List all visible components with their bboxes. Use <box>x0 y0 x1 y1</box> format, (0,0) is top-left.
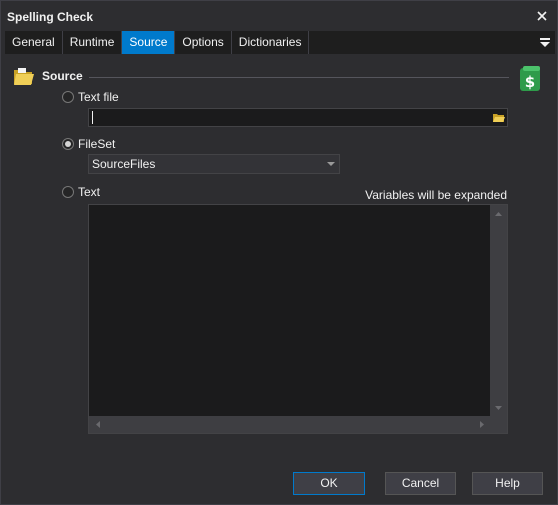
tab-menu-icon <box>540 37 550 47</box>
scroll-down-arrow[interactable] <box>490 399 507 416</box>
tab-general[interactable]: General <box>5 31 63 54</box>
fileset-label: FileSet <box>78 137 116 151</box>
section-title: Source <box>42 69 83 83</box>
scroll-right-arrow[interactable] <box>473 416 490 433</box>
folder-icon <box>14 68 34 85</box>
help-button[interactable]: Help <box>472 472 543 495</box>
svg-text:$: $ <box>525 73 535 91</box>
text-label: Text <box>78 185 101 199</box>
textfile-input[interactable] <box>88 108 508 127</box>
tab-source[interactable]: Source <box>122 31 176 54</box>
dialog-window: Spelling Check General Runtime Source Op… <box>0 0 558 505</box>
tab-options[interactable]: Options <box>175 31 232 54</box>
horizontal-scrollbar[interactable] <box>89 416 490 433</box>
chevron-up-icon <box>495 211 502 216</box>
scroll-corner <box>490 416 507 433</box>
text-radio[interactable] <box>62 186 74 198</box>
tab-runtime[interactable]: Runtime <box>63 31 123 54</box>
textfile-radio[interactable] <box>62 91 74 103</box>
fileset-radio[interactable] <box>62 138 74 150</box>
tab-dictionaries[interactable]: Dictionaries <box>232 31 310 54</box>
fileset-value: SourceFiles <box>92 157 156 171</box>
title-bar: Spelling Check <box>1 1 557 31</box>
fileset-dropdown-button[interactable] <box>322 155 339 173</box>
section-divider <box>89 77 509 78</box>
chevron-left-icon <box>95 421 100 428</box>
scroll-up-arrow[interactable] <box>490 205 507 222</box>
vertical-scrollbar[interactable] <box>490 205 507 416</box>
tab-menu-button[interactable] <box>537 34 553 50</box>
close-button[interactable] <box>527 1 557 31</box>
textfile-label: Text file <box>78 90 119 104</box>
chevron-down-icon <box>326 162 335 166</box>
browse-folder-icon <box>493 114 505 122</box>
close-icon <box>537 11 547 21</box>
tab-bar: General Runtime Source Options Dictionar… <box>5 31 555 54</box>
text-area[interactable] <box>88 204 508 434</box>
window-title: Spelling Check <box>7 10 94 24</box>
chevron-right-icon <box>479 421 484 428</box>
ok-button[interactable]: OK <box>293 472 365 495</box>
browse-file-button[interactable] <box>491 109 507 126</box>
scroll-left-arrow[interactable] <box>89 416 106 433</box>
fileset-select[interactable]: SourceFiles <box>88 154 340 174</box>
script-icon: $ <box>520 66 540 91</box>
chevron-down-icon <box>495 405 502 410</box>
variables-note: Variables will be expanded <box>365 188 507 202</box>
cancel-button[interactable]: Cancel <box>385 472 456 495</box>
text-caret <box>92 111 93 124</box>
